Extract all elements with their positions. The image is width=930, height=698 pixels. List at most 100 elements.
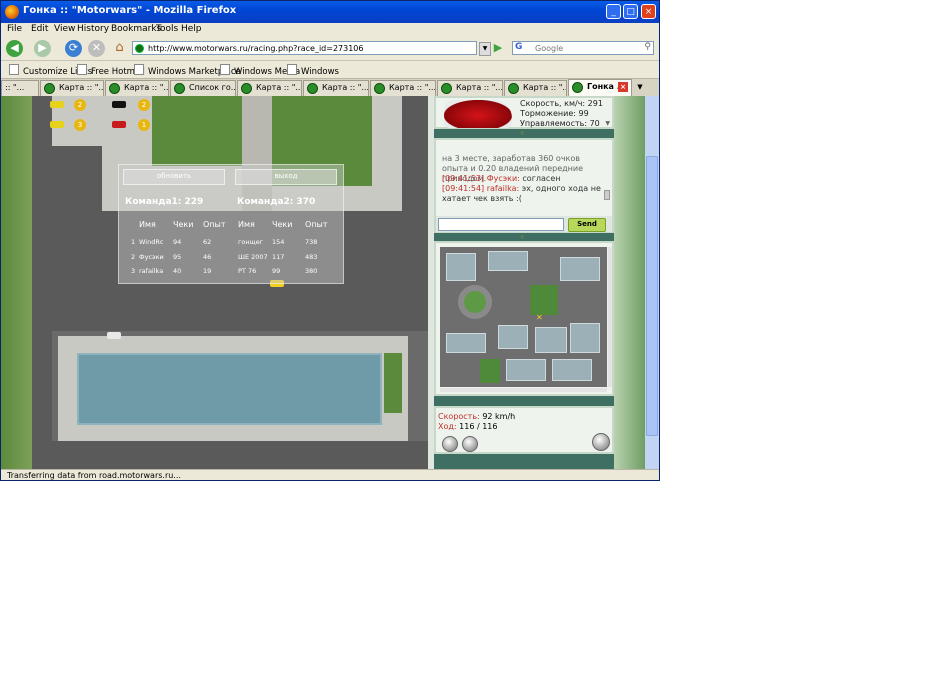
action-button-1[interactable] bbox=[442, 436, 458, 452]
close-button[interactable]: × bbox=[641, 4, 656, 19]
navigation-toolbar: ◀ ▶ ⟳ ✕ ⌂ ▼ ▶ G ⚲ bbox=[1, 37, 659, 59]
race-status-panel: Скорость: 92 km/h Ход: 116 / 116 bbox=[434, 406, 614, 454]
minimap-roundabout bbox=[458, 285, 492, 319]
team2-label: Команда2: 370 bbox=[237, 197, 316, 207]
exit-button[interactable]: выход bbox=[235, 169, 337, 185]
search-magnifier-icon[interactable]: ⚲ bbox=[644, 42, 651, 52]
table-cell: WindRc bbox=[139, 238, 164, 246]
game-map[interactable]: 2 2 3 1 обновить выход Команда1: 229 Ком… bbox=[32, 96, 428, 469]
minimap-building bbox=[552, 359, 592, 381]
back-arrow-icon[interactable]: ◀ bbox=[6, 40, 23, 57]
browser-window: Гонка :: "Motorwars" - Mozilla Firefox _… bbox=[0, 0, 660, 481]
collapse-chevron-icon[interactable]: ▼ bbox=[520, 234, 525, 241]
search-bar[interactable]: G ⚲ bbox=[512, 41, 654, 55]
table-cell: 94 bbox=[173, 238, 182, 246]
forward-arrow-icon[interactable]: ▶ bbox=[34, 40, 51, 57]
tab-favicon-icon bbox=[174, 83, 185, 94]
tab-list-chevron-down-icon[interactable]: ▼ bbox=[634, 81, 646, 94]
tab-7[interactable]: Карта :: "... bbox=[370, 80, 436, 96]
minimap-scrollbar[interactable] bbox=[608, 247, 612, 387]
tab-1[interactable]: :: "... bbox=[1, 80, 39, 96]
reload-icon[interactable]: ⟳ bbox=[65, 40, 82, 57]
minimize-button[interactable]: _ bbox=[606, 4, 621, 19]
chat-input[interactable] bbox=[438, 218, 564, 231]
table-cell: 62 bbox=[203, 238, 212, 246]
google-g-icon: G bbox=[515, 42, 523, 52]
page-icon bbox=[77, 64, 87, 75]
refresh-button[interactable]: обновить bbox=[123, 169, 225, 185]
left-grass bbox=[1, 96, 32, 469]
menu-help[interactable]: Help bbox=[181, 24, 202, 34]
header-exp: Опыт bbox=[305, 220, 328, 229]
page-icon bbox=[9, 64, 19, 75]
park-1 bbox=[152, 96, 242, 166]
go-arrow-icon[interactable]: ▶ bbox=[491, 41, 505, 55]
table-cell: ШЕ 2007 bbox=[238, 253, 268, 261]
page-scrollbar[interactable] bbox=[645, 96, 659, 469]
chat-scrollbar[interactable] bbox=[604, 190, 610, 200]
menu-view[interactable]: View bbox=[54, 24, 75, 34]
page-icon bbox=[134, 64, 144, 75]
page-icon bbox=[220, 64, 230, 75]
table-cell: 1 bbox=[131, 238, 136, 246]
scrollbar-thumb[interactable] bbox=[646, 156, 658, 436]
speed-readout: Скорость: 92 km/h bbox=[438, 412, 516, 421]
collapse-chevron-icon[interactable]: ▼ bbox=[520, 130, 525, 137]
yellow-car bbox=[50, 121, 64, 128]
menu-history[interactable]: History bbox=[77, 24, 109, 34]
tab-5[interactable]: Карта :: "... bbox=[237, 80, 302, 96]
tab-3[interactable]: Карта :: "... bbox=[105, 80, 169, 96]
yellow-car bbox=[50, 101, 64, 108]
status-bar: Transferring data from road.motorwars.ru… bbox=[1, 469, 659, 480]
minimap[interactable]: ✕ bbox=[440, 247, 607, 387]
no-entry-icon[interactable] bbox=[592, 433, 610, 451]
tab-4[interactable]: Список го... bbox=[170, 80, 236, 96]
scroll-down-arrow-icon[interactable]: ▼ bbox=[605, 120, 610, 127]
tab-favicon-icon bbox=[241, 83, 252, 94]
home-icon[interactable]: ⌂ bbox=[111, 40, 128, 57]
status-text: Transferring data from road.motorwars.ru… bbox=[7, 471, 181, 480]
position-badge: 2 bbox=[138, 99, 150, 111]
tab-close-icon[interactable]: × bbox=[618, 82, 628, 92]
tab-9[interactable]: Карта :: "... bbox=[504, 80, 567, 96]
tab-6[interactable]: Карта :: "... bbox=[303, 80, 369, 96]
tab-active[interactable]: Гонка ... × bbox=[568, 79, 632, 96]
url-input[interactable] bbox=[148, 42, 468, 54]
menu-bookmarks[interactable]: Bookmarks bbox=[111, 24, 161, 34]
address-bar[interactable] bbox=[132, 41, 477, 55]
road-bottom bbox=[32, 441, 428, 469]
url-dropdown-icon[interactable]: ▼ bbox=[479, 42, 491, 56]
maximize-button[interactable]: □ bbox=[623, 4, 638, 19]
table-cell: rafailka bbox=[139, 267, 164, 275]
tab-2[interactable]: Карта :: "... bbox=[40, 80, 104, 96]
table-cell: 117 bbox=[272, 253, 285, 261]
table-cell: 2 bbox=[131, 253, 136, 261]
car-image bbox=[444, 100, 512, 128]
menu-file[interactable]: File bbox=[7, 24, 22, 34]
table-cell: Фусэки bbox=[139, 253, 164, 261]
stop-icon[interactable]: ✕ bbox=[88, 40, 105, 57]
tab-favicon-icon bbox=[44, 83, 55, 94]
page-content: 2 2 3 1 обновить выход Команда1: 229 Ком… bbox=[1, 96, 645, 469]
send-button[interactable]: Send bbox=[568, 218, 606, 232]
table-cell: 95 bbox=[173, 253, 182, 261]
minimap-player-marker-icon: ✕ bbox=[536, 313, 543, 322]
tab-8[interactable]: Карта :: "... bbox=[437, 80, 503, 96]
bookmarks-toolbar: Customize Links Free Hotmail Windows Mar… bbox=[1, 60, 659, 79]
car-handling: Управляемость: 70 bbox=[520, 119, 600, 128]
position-badge: 1 bbox=[138, 119, 150, 131]
page-icon bbox=[287, 64, 297, 75]
minimap-hscrollbar[interactable] bbox=[440, 388, 607, 392]
action-button-2[interactable] bbox=[462, 436, 478, 452]
car-stats-panel: Скорость, км/ч: 291 Торможение: 99 Управ… bbox=[434, 96, 614, 129]
bookmark-windows[interactable]: Windows bbox=[287, 64, 339, 77]
menu-edit[interactable]: Edit bbox=[31, 24, 48, 34]
menu-tools[interactable]: Tools bbox=[156, 24, 178, 34]
minimap-building bbox=[535, 327, 567, 353]
chat-message: [09:41:54] rafailka: эх, одного хода не … bbox=[442, 184, 601, 203]
table-cell: 738 bbox=[305, 238, 318, 246]
road-lower bbox=[32, 306, 428, 331]
firefox-icon bbox=[5, 5, 19, 19]
tab-bar: :: "... Карта :: "... Карта :: "... Спис… bbox=[1, 78, 659, 97]
search-input[interactable] bbox=[535, 42, 635, 54]
